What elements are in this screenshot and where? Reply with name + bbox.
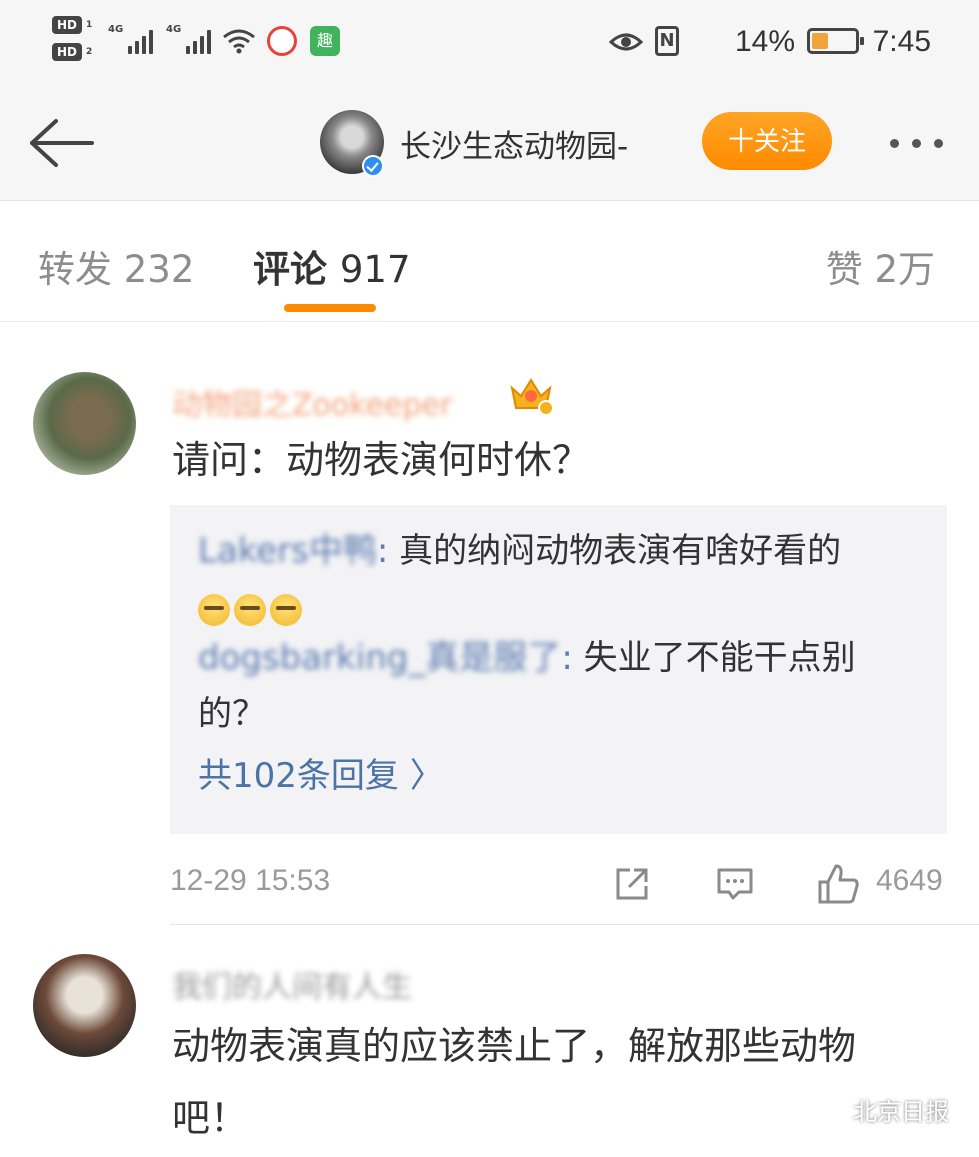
hd1-number: 1 [86,20,93,30]
comment-list: 动物园之Zookeeper 请问：动物表演何时休？ Lakers中鸭: 真的纳闷… [0,322,979,1157]
comment-timestamp: 12-29 15:53 [170,864,331,897]
tab-bar: 转发 232 评论 917 赞 2万 [0,201,979,322]
reply-colon: : [561,638,573,678]
like-count: 4649 [876,864,943,897]
comment-meta: 12-29 15:53 4649 [170,862,947,912]
nav-header: 长沙生态动物园- 十关注 [0,85,979,201]
account-name[interactable]: 长沙生态动物园- [400,121,628,166]
news-app-icon [267,26,297,56]
active-tab-indicator [284,304,376,312]
dizzy-face-emoji-icon [198,594,230,626]
verified-badge-icon [362,155,384,177]
reply-username[interactable]: Lakers中鸭 [198,531,377,571]
comment-text: 动物表演真的应该禁止了，解放那些动物吧！ [172,1024,857,1140]
battery-percent: 14% [734,25,795,58]
reply-item[interactable]: Lakers中鸭: 真的纳闷动物表演有啥好看的 [198,523,918,637]
dizzy-face-emoji-icon [234,594,266,626]
cell-signal-2-icon: 4G [166,24,216,54]
reply-item[interactable]: dogsbarking_真是服了: 失业了不能干点别的？ [198,630,918,742]
tab-repost-label: 转发 [38,248,112,291]
reply-preview-box[interactable]: Lakers中鸭: 真的纳闷动物表演有啥好看的 dogsbarking_真是服了… [170,505,947,834]
reply-colon: : [376,531,389,571]
tab-likes[interactable]: 赞 2万 [826,239,935,293]
clock: 7:45 [872,25,931,58]
share-icon[interactable] [612,864,652,904]
commenter-username[interactable]: 动物园之Zookeeper [172,380,452,424]
hd1-badge: HD [52,16,82,34]
cell-signal-1-icon: 4G [108,24,158,54]
tab-comments[interactable]: 评论 917 [253,239,411,293]
hd2-number: 2 [86,47,93,57]
tab-repost[interactable]: 转发 232 [38,239,194,293]
status-bar: HD 1 HD 2 4G 4G 趣 N 14% 7:45 [0,0,979,85]
wifi-icon [223,29,255,54]
more-options-icon[interactable] [882,127,952,157]
follow-button[interactable]: 十关注 [702,112,832,170]
comment-text: 请问：动物表演何时休？ [172,438,591,482]
wechat-icon [817,1102,846,1124]
nfc-icon: N [655,26,679,56]
commenter-avatar[interactable] [33,954,136,1057]
signal-1-label: 4G [108,24,124,35]
vip-crown-icon [510,378,554,416]
tab-comments-count: 917 [339,248,411,291]
tab-likes-label: 赞 [825,248,863,291]
hd-indicators: HD 1 HD 2 [52,16,100,70]
reply-username[interactable]: dogsbarking_真是服了 [198,638,561,678]
signal-2-label: 4G [166,24,182,35]
dizzy-face-emoji-icon [270,594,302,626]
tab-repost-count: 232 [123,248,195,291]
reply-text: 真的纳闷动物表演有啥好看的 [388,531,842,571]
eye-comfort-icon [609,33,643,51]
comment-icon[interactable] [715,864,755,904]
battery-icon [807,28,864,54]
tab-likes-count: 2万 [874,248,935,291]
watermark-text: 北京日报 [853,1098,949,1126]
thumbs-up-icon[interactable] [816,862,860,906]
comment-item: 动物园之Zookeeper 请问：动物表演何时休？ Lakers中鸭: 真的纳闷… [0,322,979,925]
tab-comments-label: 评论 [253,248,327,291]
commenter-username[interactable]: 我们的人间有人生 [172,962,412,1006]
back-arrow-icon[interactable] [26,115,96,171]
watermark: 北京日报 [817,1092,949,1127]
view-all-replies-link[interactable]: 共102条回复 〉 [198,748,444,804]
emoji-row [198,581,306,637]
qu-app-icon: 趣 [310,26,340,56]
commenter-avatar[interactable] [33,372,136,475]
hd2-badge: HD [52,43,82,61]
